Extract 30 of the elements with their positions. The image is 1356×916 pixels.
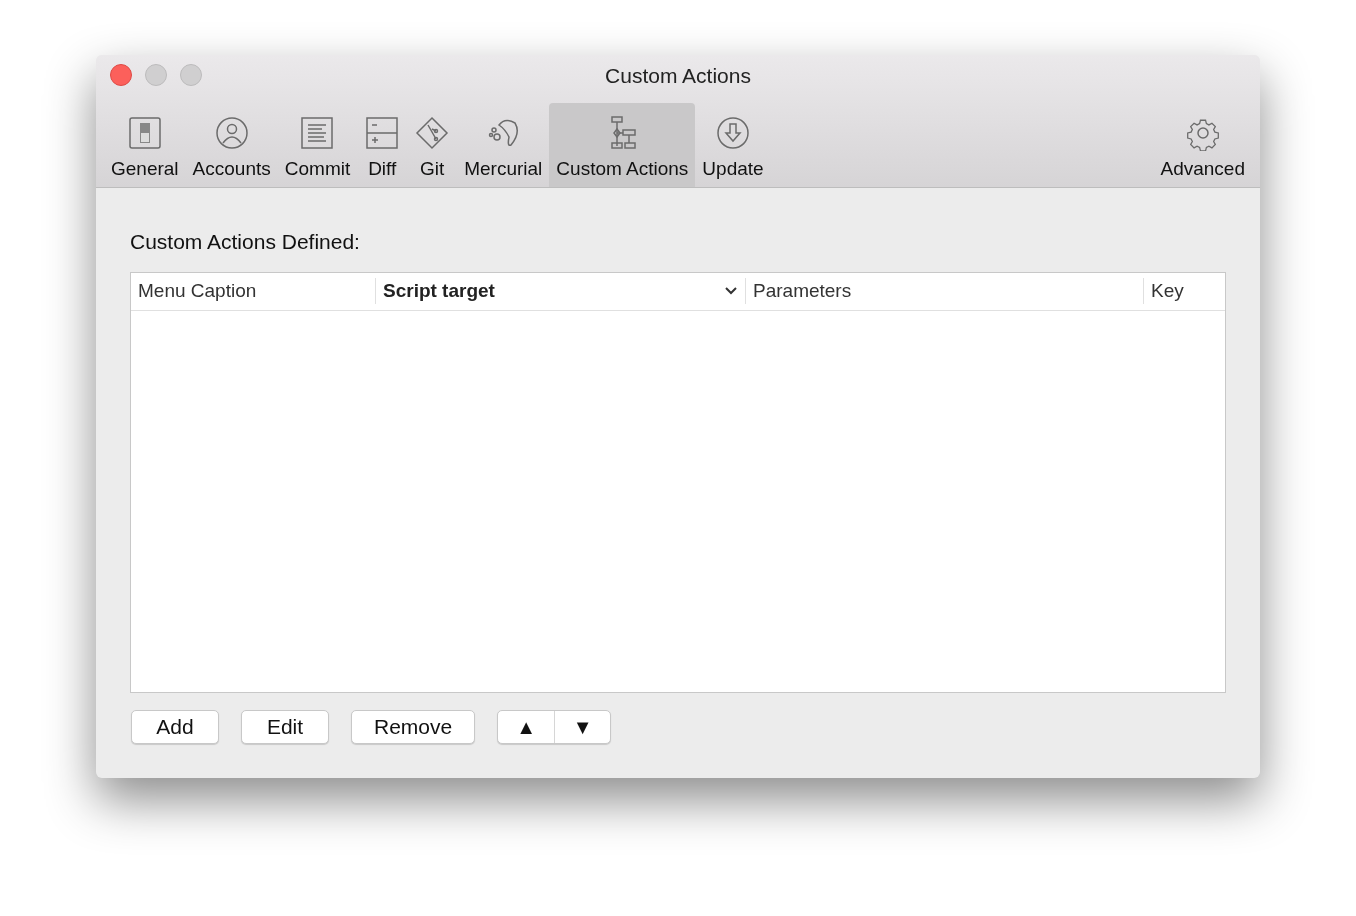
action-button[interactable]: Remove	[351, 709, 476, 744]
toolbar-tab[interactable]: Advanced	[1153, 103, 1252, 187]
move-button[interactable]: ▲	[498, 710, 555, 743]
toolbar-tab[interactable]: Commit	[277, 103, 358, 187]
toolbar-tab[interactable]: Mercurial	[457, 103, 550, 187]
close-button[interactable]	[110, 64, 132, 86]
toolbar-tab[interactable]: Update	[695, 103, 771, 187]
column-header[interactable]: Menu Caption	[131, 278, 375, 304]
window-title: Custom Actions	[605, 63, 751, 90]
toolbar-tab[interactable]: Custom Actions	[549, 103, 696, 187]
column-header[interactable]: Script target	[375, 278, 745, 304]
document-icon	[299, 115, 336, 151]
column-header[interactable]: Key	[1143, 278, 1225, 304]
toolbar-tab[interactable]: Accounts	[185, 103, 278, 187]
person-icon	[213, 115, 250, 151]
switch-icon	[126, 115, 163, 151]
diff-icon	[364, 115, 401, 151]
toolbar-tab[interactable]: Diff	[357, 103, 408, 187]
zoom-button[interactable]	[180, 64, 202, 86]
section-title: Custom Actions Defined:	[130, 229, 361, 255]
action-button[interactable]: Edit	[241, 709, 329, 744]
action-button[interactable]: Add	[131, 709, 219, 744]
chevron-down-icon	[724, 286, 738, 296]
toolbar-tab[interactable]: General	[104, 103, 186, 187]
toolbar-tab[interactable]: Git	[407, 103, 458, 187]
diamond-branch-icon	[414, 115, 451, 151]
column-header[interactable]: Parameters	[745, 278, 1143, 304]
move-button[interactable]: ▼	[554, 710, 611, 743]
download-icon	[715, 115, 751, 151]
minimize-button[interactable]	[145, 64, 167, 86]
